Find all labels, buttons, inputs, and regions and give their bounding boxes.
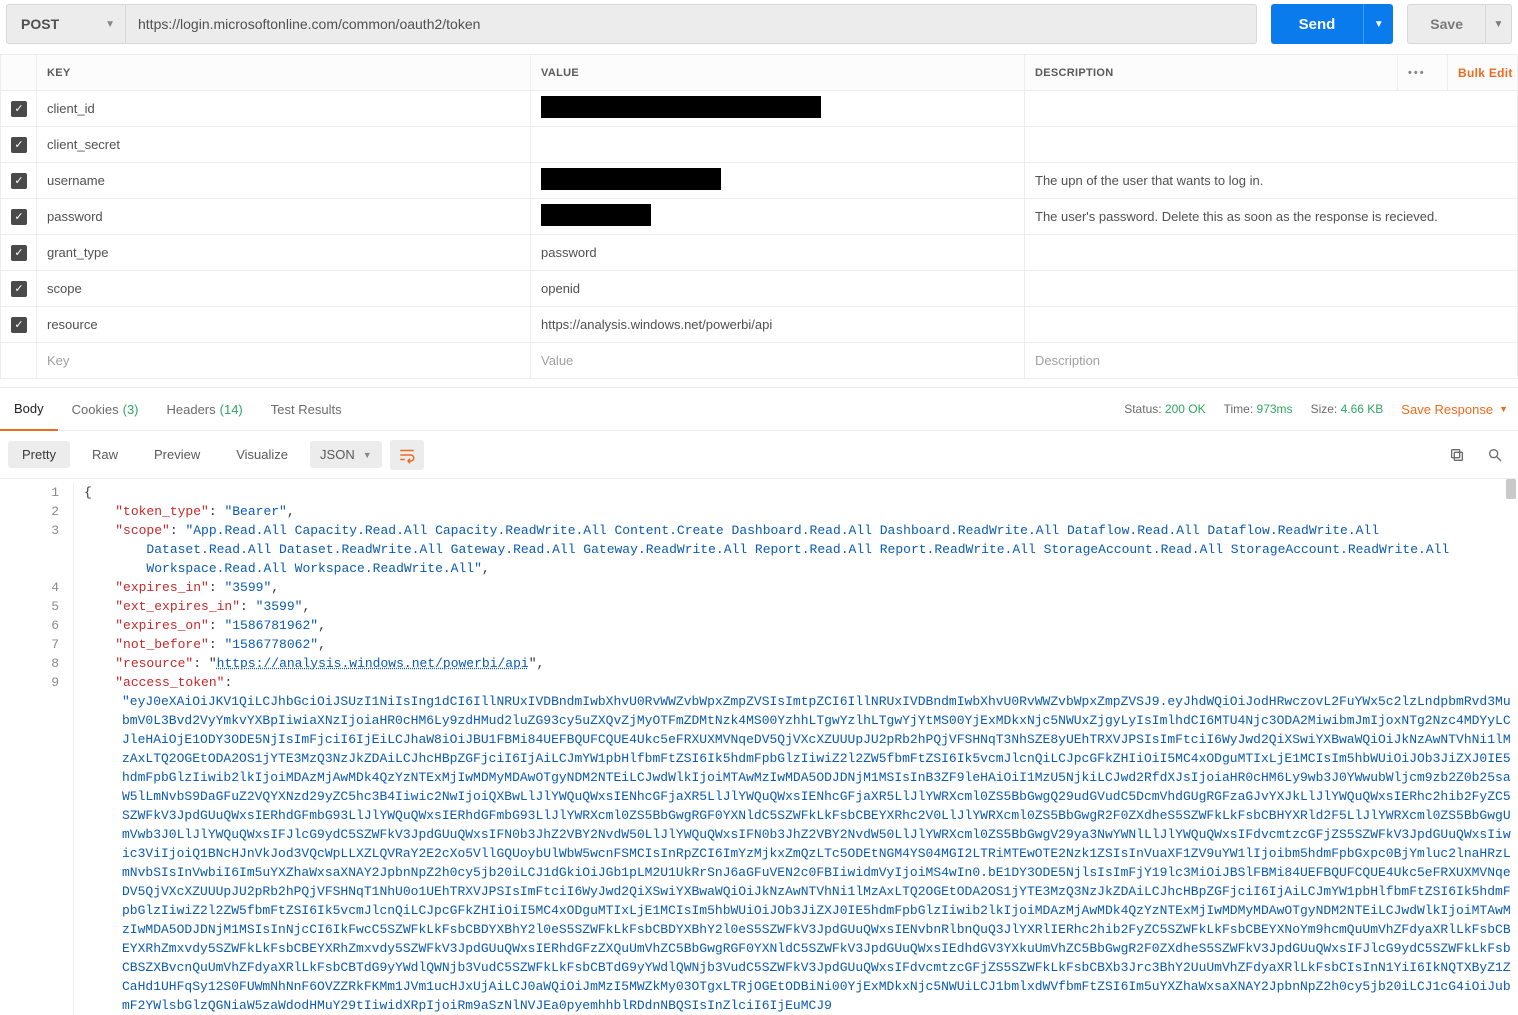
param-value-cell[interactable]: password [531,235,1025,271]
param-value-cell[interactable] [531,127,1025,163]
tab-headers[interactable]: Headers (14) [153,387,257,431]
save-button-caret[interactable]: ▼ [1486,4,1512,44]
row-checkbox[interactable] [11,101,27,117]
param-description-cell[interactable] [1025,91,1518,127]
save-response-link[interactable]: Save Response ▼ [1401,402,1508,417]
table-row: client_id [1,91,1518,127]
time-label: Time: 973ms [1224,402,1293,416]
param-value-cell[interactable]: https://analysis.windows.net/powerbi/api [531,307,1025,343]
table-row: username The upn of the user that wants t… [1,163,1518,199]
header-description: DESCRIPTION [1025,55,1398,91]
size-label: Size: 4.66 KB [1311,402,1384,416]
row-checkbox[interactable] [11,137,27,153]
header-more[interactable]: ••• [1398,55,1448,91]
param-key-cell[interactable]: client_secret [37,127,531,163]
view-visualize[interactable]: Visualize [222,441,302,468]
search-icon [1487,447,1503,463]
param-description-cell[interactable]: The user's password. Delete this as soon… [1025,199,1518,235]
param-description-cell[interactable] [1025,307,1518,343]
bulk-edit-link: Bulk Edit [1458,66,1513,80]
row-checkbox[interactable] [11,317,27,333]
table-row-placeholder[interactable]: KeyValueDescription [1,343,1518,379]
table-row: grant_typepassword [1,235,1518,271]
param-value-cell[interactable] [531,163,1025,199]
save-button[interactable]: Save [1407,4,1486,44]
table-row: resourcehttps://analysis.windows.net/pow… [1,307,1518,343]
param-key-cell[interactable]: username [37,163,531,199]
param-key-cell[interactable]: client_id [37,91,531,127]
param-description-cell[interactable] [1025,271,1518,307]
param-description-cell[interactable] [1025,235,1518,271]
http-method-value: POST [21,16,59,32]
table-row: client_secret [1,127,1518,163]
send-button[interactable]: Send [1271,4,1364,44]
tab-test-results[interactable]: Test Results [257,387,356,431]
param-description-placeholder[interactable]: Description [1025,343,1518,379]
search-button[interactable] [1480,440,1510,470]
send-button-caret[interactable]: ▼ [1363,4,1393,44]
param-description-cell[interactable] [1025,127,1518,163]
param-key-cell[interactable]: resource [37,307,531,343]
table-row: scopeopenid [1,271,1518,307]
row-checkbox[interactable] [11,173,27,189]
copy-icon [1449,447,1465,463]
view-pretty[interactable]: Pretty [8,441,70,468]
params-table: KEY VALUE DESCRIPTION ••• Bulk Edit clie… [0,54,1518,379]
param-key-placeholder[interactable]: Key [37,343,531,379]
view-raw[interactable]: Raw [78,441,132,468]
row-checkbox[interactable] [11,281,27,297]
redacted-value [541,204,651,226]
row-checkbox[interactable] [11,209,27,225]
header-value: VALUE [531,55,1025,91]
param-value-cell[interactable]: openid [531,271,1025,307]
http-method-select[interactable]: POST ▼ [6,4,126,44]
bulk-edit-link-cell[interactable]: Bulk Edit [1448,55,1518,91]
wrap-icon [398,446,416,464]
tab-cookies[interactable]: Cookies (3) [58,387,153,431]
param-description-cell[interactable]: The upn of the user that wants to log in… [1025,163,1518,199]
param-value-placeholder[interactable]: Value [531,343,1025,379]
view-preview[interactable]: Preview [140,441,214,468]
redacted-value [541,96,821,118]
line-gutter: 123456789 [0,483,74,1015]
header-checkbox-col [1,55,37,91]
chevron-down-icon: ▼ [363,450,372,460]
wrap-lines-button[interactable] [390,440,424,470]
param-value-cell[interactable] [531,199,1025,235]
scrollbar-thumb[interactable] [1506,479,1516,499]
param-key-cell[interactable]: password [37,199,531,235]
row-checkbox[interactable] [11,245,27,261]
header-key: KEY [37,55,531,91]
table-row: password The user's password. Delete this… [1,199,1518,235]
chevron-down-icon: ▼ [105,19,115,30]
redacted-value [541,168,721,190]
chevron-down-icon: ▼ [1499,404,1508,414]
param-key-cell[interactable]: grant_type [37,235,531,271]
more-icon: ••• [1408,67,1426,79]
param-key-cell[interactable]: scope [37,271,531,307]
copy-button[interactable] [1442,440,1472,470]
request-url-input[interactable] [126,4,1257,44]
param-value-cell[interactable] [531,91,1025,127]
tab-body[interactable]: Body [0,387,58,431]
status-label: Status: 200 OK [1124,402,1205,416]
response-body-code[interactable]: { "token_type": "Bearer", "scope": "App.… [74,483,1518,1015]
format-select[interactable]: JSON ▼ [310,441,382,468]
